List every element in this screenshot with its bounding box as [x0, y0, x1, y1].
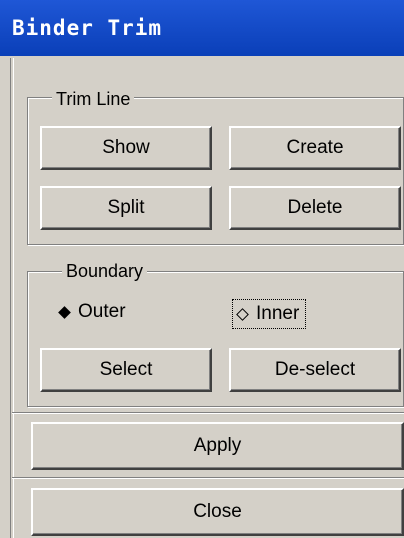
split-button[interactable]: Split	[40, 186, 212, 230]
outer-radio[interactable]: Outer	[57, 300, 126, 324]
apply-button[interactable]: Apply	[31, 422, 404, 470]
trim-line-legend: Trim Line	[52, 88, 135, 110]
close-button[interactable]: Close	[31, 488, 404, 536]
radio-unselected-icon	[236, 307, 249, 321]
delete-button[interactable]: Delete	[229, 186, 401, 230]
deselect-button[interactable]: De-select	[229, 348, 401, 392]
radio-selected-icon	[58, 305, 71, 319]
window-title: Binder Trim	[0, 0, 404, 56]
separator	[12, 477, 404, 479]
boundary-legend: Boundary	[62, 260, 148, 282]
inner-radio-label: Inner	[256, 303, 300, 324]
outer-radio-label: Outer	[78, 301, 126, 322]
show-button[interactable]: Show	[40, 126, 212, 170]
inner-radio[interactable]: Inner	[231, 299, 307, 329]
panel-left-edge	[10, 58, 14, 538]
separator	[12, 412, 404, 414]
create-button[interactable]: Create	[229, 126, 401, 170]
select-button[interactable]: Select	[40, 348, 212, 392]
